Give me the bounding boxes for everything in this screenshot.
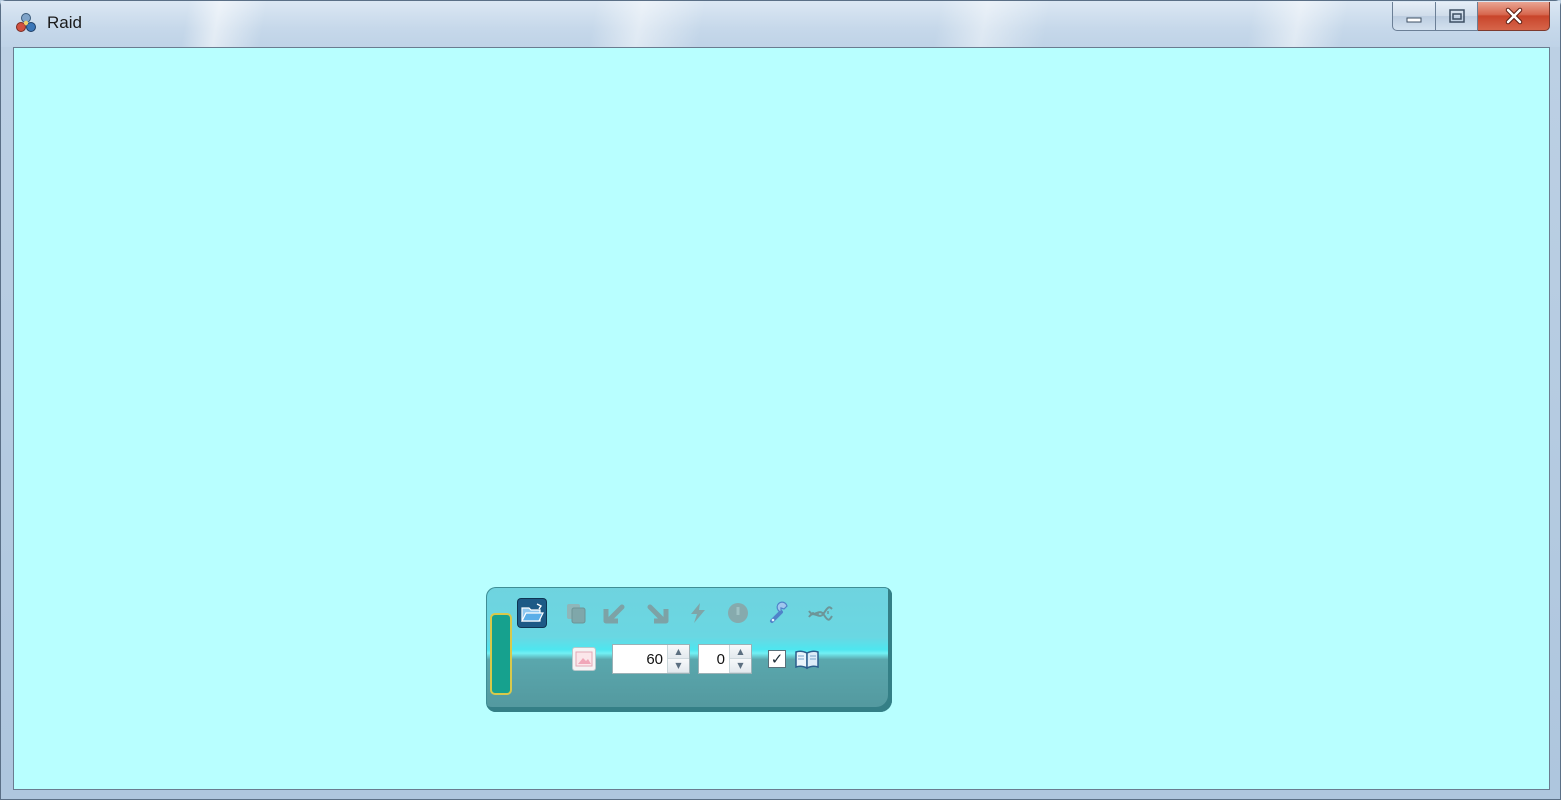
redo-button[interactable] [644,599,672,627]
folder-open-icon [521,603,544,622]
image-button[interactable] [572,647,596,671]
offset-value[interactable]: 0 [699,651,729,668]
copy-button[interactable] [562,599,590,627]
caption-buttons [1392,2,1550,32]
settings-button[interactable] [766,599,794,627]
raid-app-icon [16,13,36,32]
checkmark-icon: ✓ [770,649,784,668]
interval-value[interactable]: 60 [613,651,667,668]
window-title: Raid [47,13,82,32]
interval-stepper-arrows: ▲ ▼ [667,645,689,673]
undo-icon [603,604,625,624]
lightning-icon [691,603,705,623]
stop-icon [728,603,748,623]
minimize-button[interactable] [1392,2,1436,31]
floating-toolbar: 60 ▲ ▼ 0 ▲ ▼ ✓ [486,587,892,712]
wrench-icon [770,601,788,623]
book-icon[interactable] [794,648,820,670]
minimize-icon [1406,17,1422,23]
image-icon [575,651,593,667]
offset-up-button[interactable]: ▲ [730,645,751,659]
run-button[interactable] [684,599,712,627]
analyze-button[interactable] [806,599,834,627]
offset-down-button[interactable]: ▼ [730,659,751,673]
maximize-icon [1448,9,1465,23]
title-bar[interactable]: Raid [1,1,1560,47]
redo-icon [647,604,669,624]
option-checkbox[interactable]: ✓ [768,650,786,668]
maximize-button[interactable] [1436,2,1478,31]
interval-stepper[interactable]: 60 ▲ ▼ [612,644,690,674]
client-area[interactable]: 60 ▲ ▼ 0 ▲ ▼ ✓ [13,47,1550,790]
offset-stepper-arrows: ▲ ▼ [729,645,751,673]
interval-down-button[interactable]: ▼ [668,659,689,673]
close-button[interactable] [1478,2,1550,31]
dna-icon [808,606,833,621]
copy-icon [567,604,586,624]
undo-button[interactable] [600,599,628,627]
app-window: Raid 60 ▲ ▼ 0 ▲ ▼ ✓ [0,0,1561,800]
interval-up-button[interactable]: ▲ [668,645,689,659]
open-button[interactable] [518,599,546,627]
offset-stepper[interactable]: 0 ▲ ▼ [698,644,752,674]
toolbar-grip-handle[interactable] [490,613,512,695]
close-icon [1505,7,1522,25]
stop-button[interactable] [724,599,752,627]
